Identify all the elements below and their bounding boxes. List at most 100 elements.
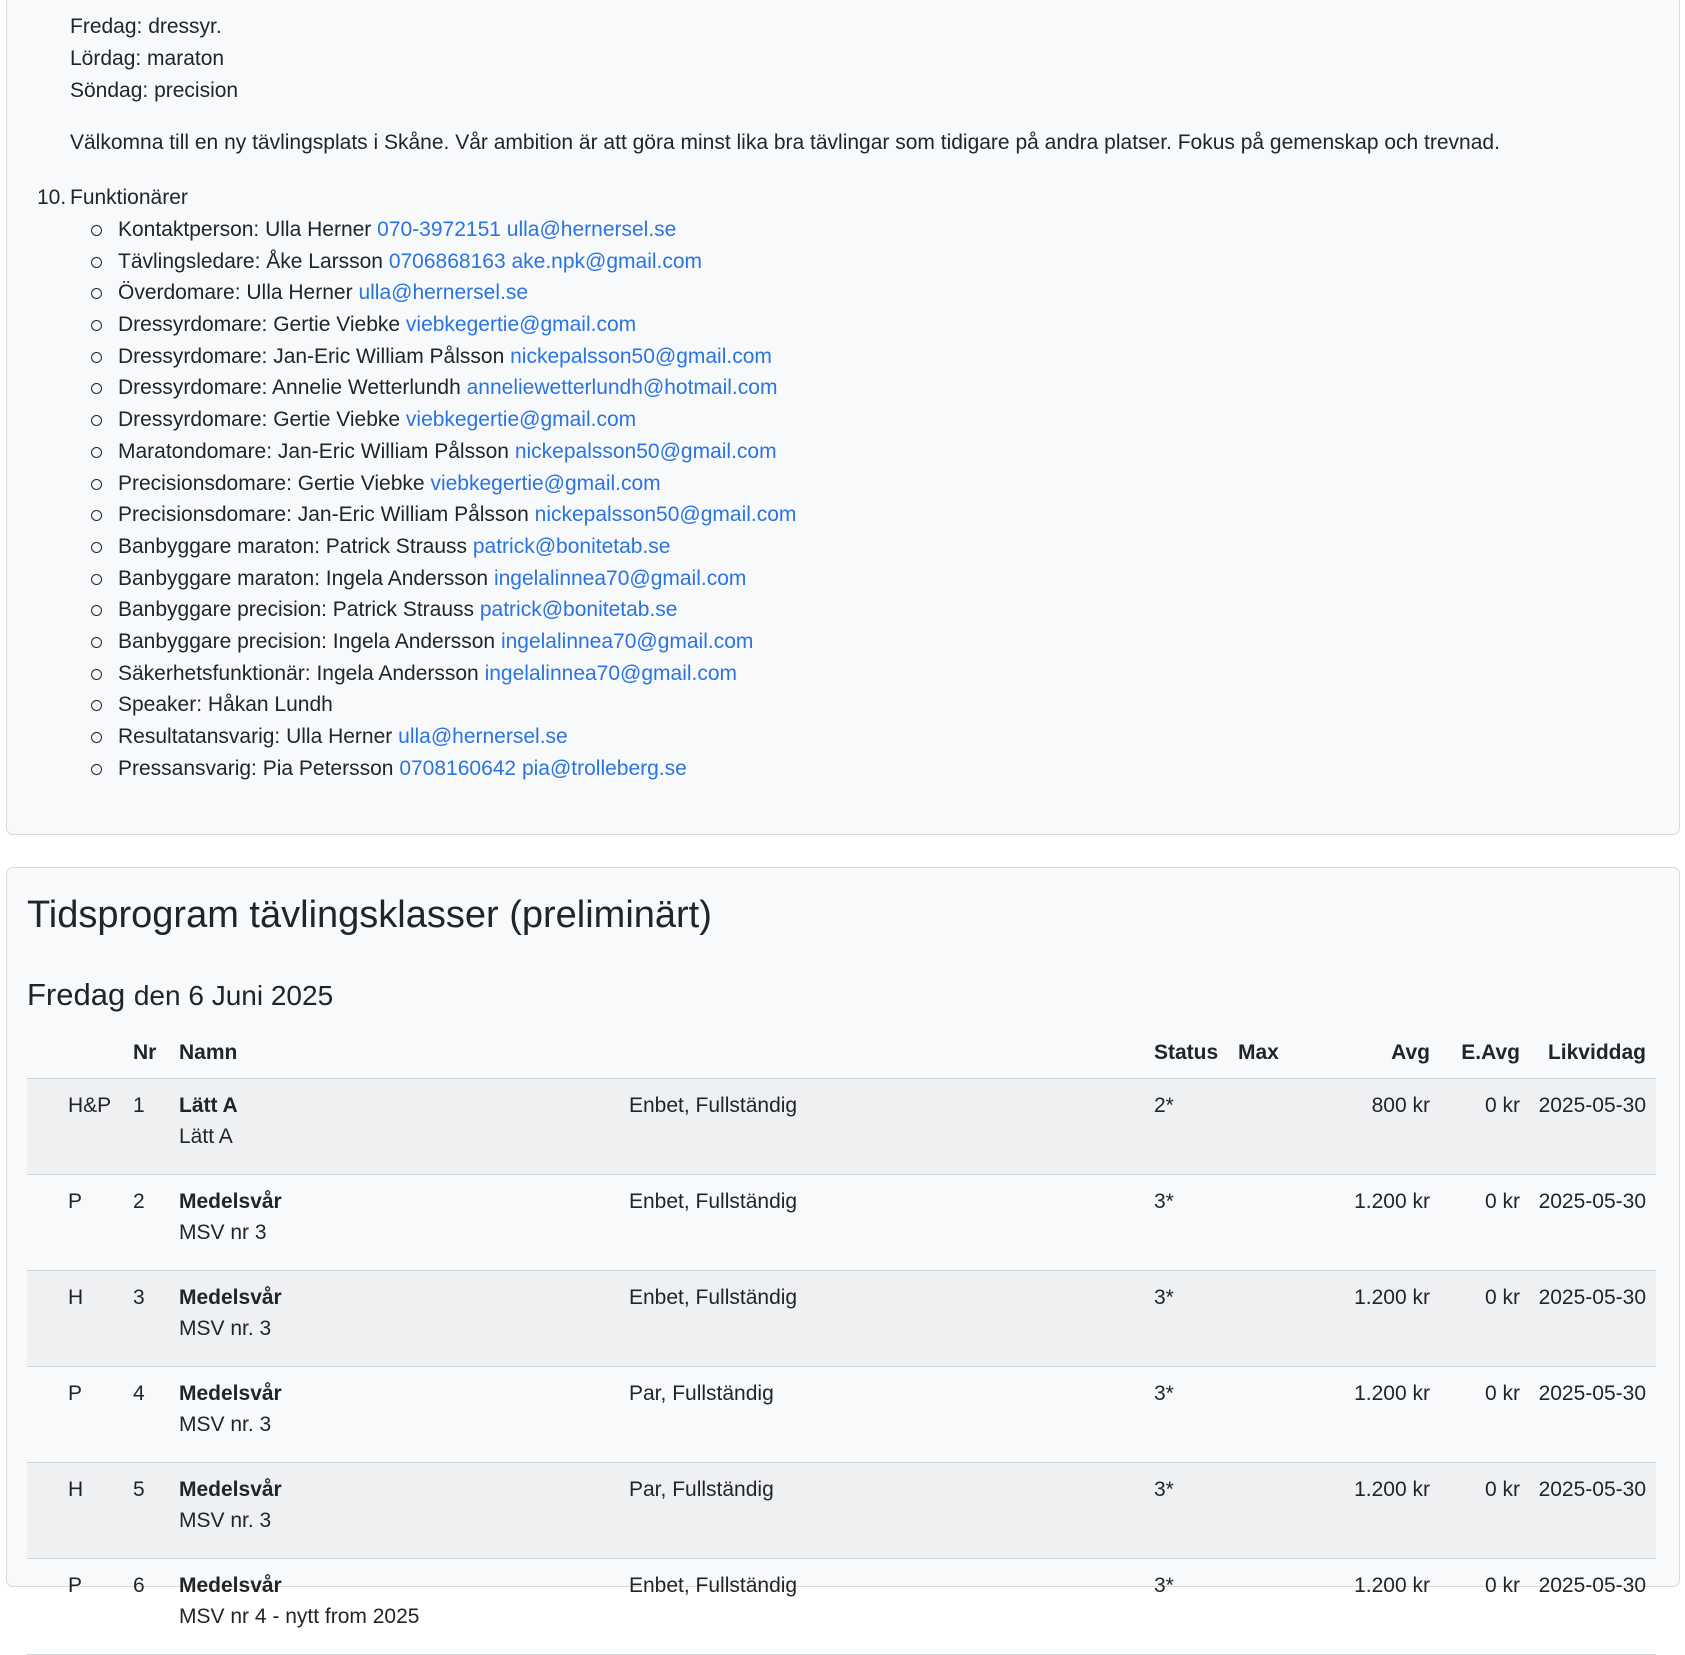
official-role: Maratondomare: Jan-Eric William Pålsson: [118, 439, 509, 463]
officials-number: 10.: [37, 186, 67, 209]
official-role: Pressansvarig: Pia Petersson: [118, 756, 394, 780]
official-item: Tävlingsledare: Åke Larsson 0706868163 a…: [91, 246, 796, 278]
header-status: Status: [1154, 1028, 1238, 1079]
official-email-link[interactable]: ake.npk@gmail.com: [511, 250, 702, 273]
official-email-link[interactable]: ulla@hernersel.se: [398, 725, 568, 748]
official-email-link[interactable]: viebkegertie@gmail.com: [430, 472, 660, 495]
cell-max: [1238, 1270, 1298, 1367]
cell-type: H: [27, 1270, 133, 1367]
cell-max: [1238, 1462, 1298, 1559]
class-name: Medelsvår: [179, 1478, 282, 1501]
official-item: Säkerhetsfunktionär: Ingela Andersson in…: [91, 658, 796, 690]
cell-avg: 1.200 kr: [1298, 1174, 1430, 1271]
day-title-main: Fredag: [27, 977, 126, 1012]
cell-max: [1238, 1558, 1298, 1655]
official-role: Dressyrdomare: Annelie Wetterlundh: [118, 376, 461, 400]
official-item: Resultatansvarig: Ulla Herner ulla@herne…: [91, 721, 796, 753]
cell-class: Par, Fullständig: [629, 1366, 1154, 1463]
day-line-sunday: Söndag: precision: [70, 79, 239, 102]
cell-class: Enbet, Fullständig: [629, 1270, 1154, 1367]
header-eavg: E.Avg: [1430, 1028, 1520, 1079]
official-item: Banbyggare precision: Patrick Strauss pa…: [91, 594, 796, 626]
class-subname: MSV nr. 3: [179, 1509, 272, 1532]
official-email-link[interactable]: ulla@hernersel.se: [358, 281, 528, 304]
cell-status: 3*: [1154, 1174, 1238, 1271]
cell-avg: 1.200 kr: [1298, 1462, 1430, 1559]
cell-type: P: [27, 1558, 133, 1655]
officials-title: Funktionärer: [70, 186, 188, 209]
official-email-link[interactable]: ingelalinnea70@gmail.com: [494, 567, 746, 590]
cell-type: H&P: [27, 1078, 133, 1175]
official-email-link[interactable]: viebkegertie@gmail.com: [406, 408, 636, 431]
official-role: Banbyggare precision: Ingela Andersson: [118, 629, 496, 653]
cell-name: Lätt A Lätt A: [179, 1078, 629, 1175]
official-phone-link[interactable]: 0708160642: [399, 757, 516, 780]
header-likviddag: Likviddag: [1520, 1028, 1656, 1079]
cell-type: P: [27, 1174, 133, 1271]
cell-avg: 1.200 kr: [1298, 1366, 1430, 1463]
cell-nr: 3: [133, 1270, 179, 1367]
official-role: Säkerhetsfunktionär: Ingela Andersson: [118, 661, 479, 685]
cell-name: Medelsvår MSV nr. 3: [179, 1366, 629, 1463]
official-email-link[interactable]: nickepalsson50@gmail.com: [535, 503, 797, 526]
cell-likviddag: 2025-05-30: [1520, 1270, 1656, 1367]
official-role: Tävlingsledare: Åke Larsson: [118, 249, 383, 273]
cell-likviddag: 2025-05-30: [1520, 1462, 1656, 1559]
class-subname: Lätt A: [179, 1125, 233, 1148]
cell-avg: 800 kr: [1298, 1078, 1430, 1175]
header-class: [629, 1028, 1154, 1079]
official-email-link[interactable]: nickepalsson50@gmail.com: [515, 440, 777, 463]
cell-eavg: 0 kr: [1430, 1270, 1520, 1367]
official-email-link[interactable]: viebkegertie@gmail.com: [406, 313, 636, 336]
class-name: Medelsvår: [179, 1574, 282, 1597]
cell-eavg: 0 kr: [1430, 1078, 1520, 1175]
official-email-link[interactable]: ulla@hernersel.se: [507, 218, 677, 241]
day-title-date: den 6 Juni 2025: [133, 980, 334, 1011]
header-nr: Nr: [133, 1028, 179, 1079]
header-avg: Avg: [1298, 1028, 1430, 1079]
cell-status: 2*: [1154, 1078, 1238, 1175]
official-email-link[interactable]: ingelalinnea70@gmail.com: [485, 662, 737, 685]
cell-type: P: [27, 1366, 133, 1463]
official-item: Speaker: Håkan Lundh: [91, 689, 796, 721]
cell-class: Enbet, Fullständig: [629, 1078, 1154, 1175]
table-row: H&P 1 Lätt A Lätt A Enbet, Fullständig 2* 800 …: [27, 1078, 1656, 1175]
class-name: Medelsvår: [179, 1286, 282, 1309]
official-item: Dressyrdomare: Gertie Viebke viebkegerti…: [91, 309, 796, 341]
cell-status: 3*: [1154, 1558, 1238, 1655]
schedule-title: Tidsprogram tävlingsklasser (preliminärt…: [27, 894, 712, 936]
official-phone-link[interactable]: 070-3972151: [377, 218, 501, 241]
cell-nr: 5: [133, 1462, 179, 1559]
official-item: Maratondomare: Jan-Eric William Pålsson …: [91, 436, 796, 468]
official-item: Dressyrdomare: Gertie Viebke viebkegerti…: [91, 404, 796, 436]
cell-class: Par, Fullständig: [629, 1462, 1154, 1559]
cell-likviddag: 2025-05-30: [1520, 1174, 1656, 1271]
official-item: Banbyggare maraton: Patrick Strauss patr…: [91, 531, 796, 563]
cell-status: 3*: [1154, 1462, 1238, 1559]
table-row: P 4 Medelsvår MSV nr. 3 Par, Fullständig 3* 1.…: [27, 1366, 1656, 1463]
cell-max: [1238, 1366, 1298, 1463]
official-role: Banbyggare maraton: Ingela Andersson: [118, 566, 489, 590]
competition-info-card: Fredag: dressyr. Lördag: maraton Söndag:…: [6, 0, 1680, 835]
official-email-link[interactable]: patrick@bonitetab.se: [480, 598, 678, 621]
official-email-link[interactable]: pia@trolleberg.se: [522, 757, 687, 780]
official-email-link[interactable]: nickepalsson50@gmail.com: [510, 345, 772, 368]
cell-avg: 1.200 kr: [1298, 1270, 1430, 1367]
official-item: Dressyrdomare: Jan-Eric William Pålsson …: [91, 341, 796, 373]
table-header-row: Nr Namn Status Max Avg E.Avg Likviddag: [27, 1028, 1656, 1079]
official-email-link[interactable]: anneliewetterlundh@hotmail.com: [467, 376, 778, 399]
cell-eavg: 0 kr: [1430, 1558, 1520, 1655]
cell-nr: 1: [133, 1078, 179, 1175]
official-email-link[interactable]: patrick@bonitetab.se: [473, 535, 671, 558]
official-role: Precisionsdomare: Gertie Viebke: [118, 471, 425, 495]
discipline-days: Fredag: dressyr. Lördag: maraton Söndag:…: [70, 11, 238, 107]
cell-name: Medelsvår MSV nr. 3: [179, 1462, 629, 1559]
cell-eavg: 0 kr: [1430, 1366, 1520, 1463]
official-phone-link[interactable]: 0706868163: [389, 250, 506, 273]
official-email-link[interactable]: ingelalinnea70@gmail.com: [501, 630, 753, 653]
cell-class: Enbet, Fullständig: [629, 1174, 1154, 1271]
header-max: Max: [1238, 1028, 1298, 1079]
official-role: Dressyrdomare: Gertie Viebke: [118, 313, 401, 337]
official-item: Precisionsdomare: Gertie Viebke viebkege…: [91, 468, 796, 500]
official-role: Resultatansvarig: Ulla Herner: [118, 725, 393, 748]
